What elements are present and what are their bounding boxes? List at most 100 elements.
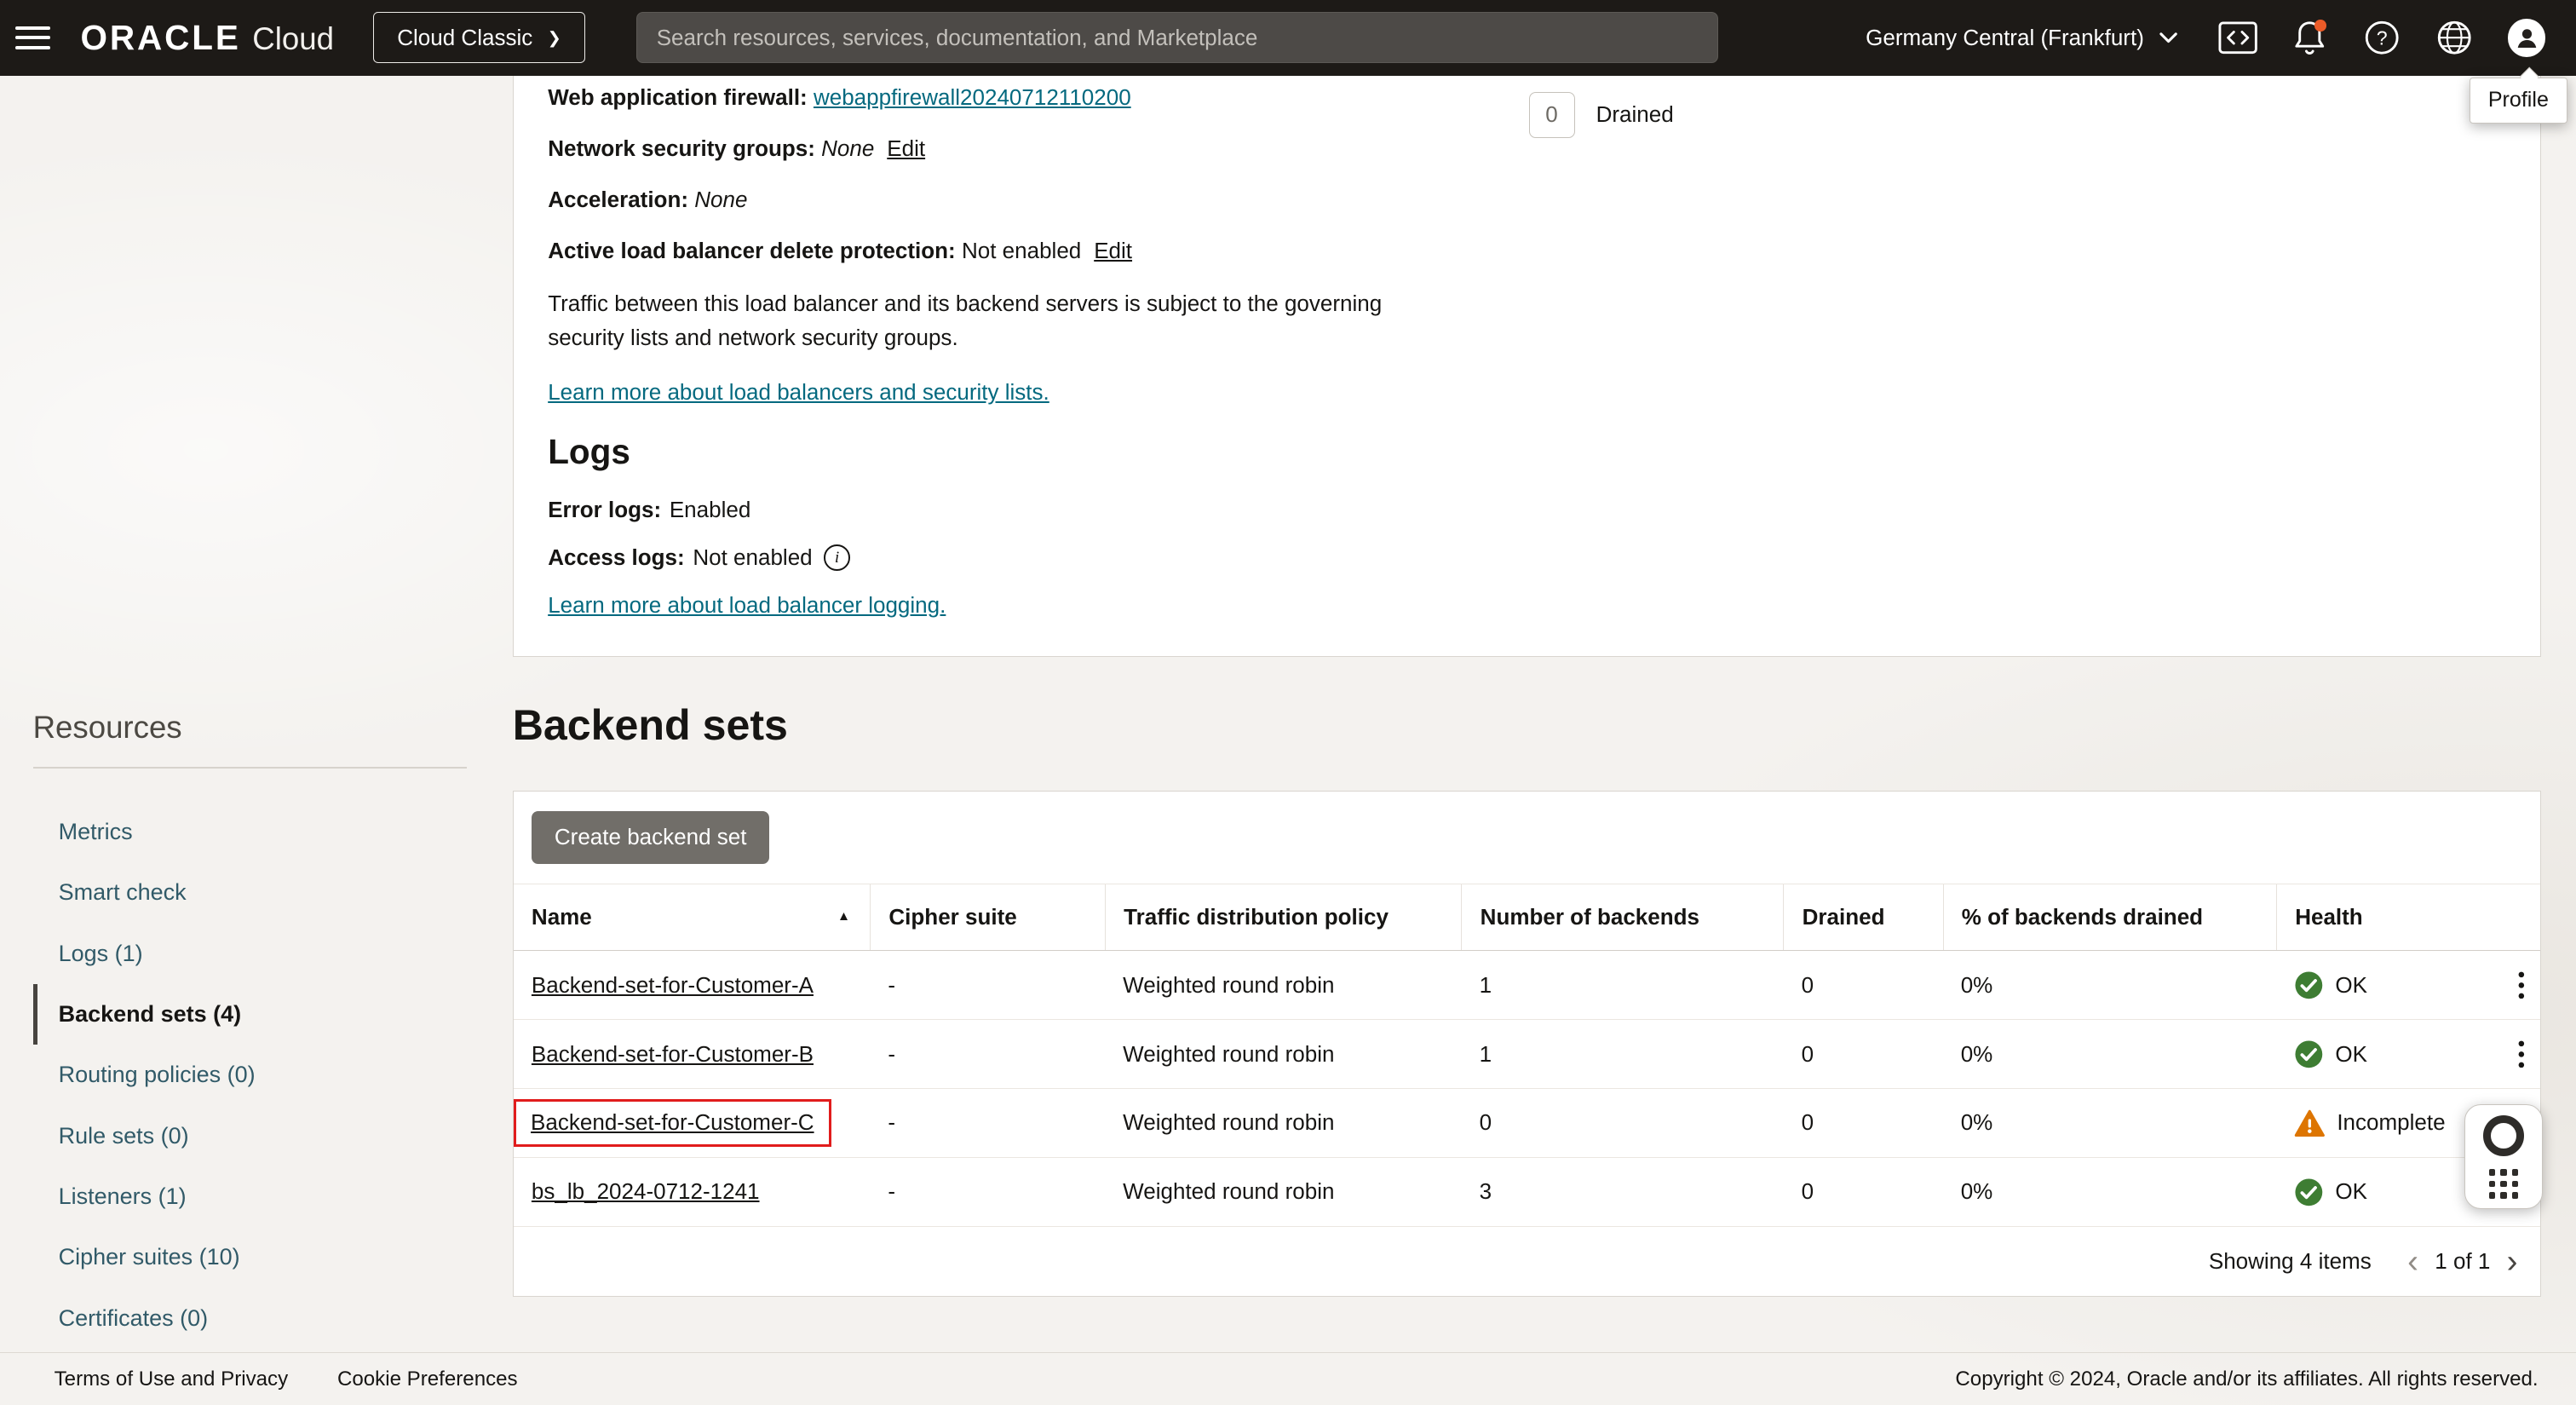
column-header-health[interactable]: Health: [2276, 884, 2504, 950]
nsg-edit-link[interactable]: Edit: [887, 135, 925, 161]
cell-traffic-policy: Weighted round robin: [1105, 1109, 1461, 1136]
page-footer: Terms of Use and Privacy Cookie Preferen…: [0, 1352, 2576, 1405]
error-logs-label: Error logs:: [548, 497, 661, 523]
cell-health: OK: [2276, 1039, 2504, 1069]
region-selector[interactable]: Germany Central (Frankfurt): [1866, 25, 2178, 51]
oracle-wordmark: ORACLE: [80, 18, 240, 58]
copyright-text: Copyright © 2024, Oracle and/or its affi…: [1955, 1368, 2538, 1391]
warning-icon: [2294, 1109, 2326, 1137]
backend-sets-heading: Backend sets: [513, 700, 788, 750]
backend-set-link[interactable]: Backend-set-for-Customer-A: [532, 972, 814, 998]
column-header-actions: [2504, 884, 2539, 950]
chevron-down-icon: [2159, 32, 2178, 44]
developer-tools-button[interactable]: [2201, 0, 2274, 76]
help-icon: ?: [2364, 20, 2400, 55]
row-actions-menu-button[interactable]: [2504, 1040, 2539, 1068]
security-lists-learn-link[interactable]: Learn more about load balancers and secu…: [548, 379, 1049, 405]
cell-number-of-backends: 1: [1461, 1041, 1783, 1068]
health-label: Incomplete: [2337, 1109, 2445, 1136]
column-header-drained[interactable]: Drained: [1783, 884, 1942, 950]
column-label: % of backends drained: [1962, 904, 2203, 930]
target-icon: [2483, 1115, 2524, 1156]
sidebar-item-listeners-1[interactable]: Listeners (1): [33, 1166, 467, 1227]
dots-grid-icon: [2489, 1169, 2519, 1199]
nsg-value: None: [821, 135, 874, 161]
column-header-number-of-backends[interactable]: Number of backends: [1461, 884, 1783, 950]
cell-drained: 0: [1783, 1041, 1942, 1068]
cell-percent-drained: 0%: [1943, 1178, 2276, 1205]
topbar: ORACLE Cloud Cloud Classic ❯ Germany Cen…: [0, 0, 2576, 76]
create-backend-set-button[interactable]: Create backend set: [532, 811, 770, 864]
cloud-classic-button[interactable]: Cloud Classic ❯: [373, 12, 585, 63]
backend-sets-panel: Create backend set Name▲Cipher suite Traf…: [513, 791, 2542, 1297]
logging-learn-link[interactable]: Learn more about load balancer logging.: [548, 592, 946, 618]
cell-name: Backend-set-for-Customer-A: [514, 972, 870, 999]
sidebar-item-rule-sets-0[interactable]: Rule sets (0): [33, 1105, 467, 1166]
column-label: Number of backends: [1481, 904, 1699, 930]
hamburger-icon: [15, 26, 49, 49]
table-row: Backend-set-for-Customer-C-Weighted roun…: [514, 1089, 2541, 1158]
cell-health: OK: [2276, 970, 2504, 1000]
topbar-right-group: Germany Central (Frankfurt) ?: [1866, 0, 2576, 76]
cell-drained: 0: [1783, 1109, 1942, 1136]
sidebar-item-logs-1[interactable]: Logs (1): [33, 923, 467, 983]
backend-set-link[interactable]: Backend-set-for-Customer-C: [531, 1109, 814, 1135]
load-balancer-details-panel: Web application firewall: webappfirewall…: [513, 76, 2542, 658]
drained-summary: 0 Drained: [1529, 92, 1674, 138]
code-console-icon: [2218, 21, 2257, 55]
page-previous-icon[interactable]: ‹: [2407, 1250, 2418, 1273]
sidebar-item-smart-check[interactable]: Smart check: [33, 862, 467, 923]
help-button[interactable]: ?: [2346, 0, 2418, 76]
cell-cipher-suite: -: [870, 1041, 1105, 1068]
language-button[interactable]: [2418, 0, 2491, 76]
navigation-menu-button[interactable]: [0, 0, 66, 76]
notifications-button[interactable]: [2274, 0, 2346, 76]
delete-protection-edit-link[interactable]: Edit: [1094, 238, 1132, 263]
sidebar-item-metrics[interactable]: Metrics: [33, 802, 467, 862]
waf-link[interactable]: webappfirewall20240712110200: [814, 84, 1131, 110]
cell-name: bs_lb_2024-0712-1241: [514, 1178, 870, 1205]
cell-percent-drained: 0%: [1943, 1109, 2276, 1136]
floating-widget[interactable]: [2464, 1104, 2544, 1209]
sidebar-item-certificates-0[interactable]: Certificates (0): [33, 1287, 467, 1348]
cell-traffic-policy: Weighted round robin: [1105, 1041, 1461, 1068]
oracle-cloud-logo[interactable]: ORACLE Cloud: [80, 18, 333, 58]
access-logs-label: Access logs:: [548, 544, 685, 571]
column-header-cipher-suite[interactable]: Cipher suite: [870, 884, 1105, 950]
person-icon: [2516, 26, 2539, 49]
cell-drained: 0: [1783, 1178, 1942, 1205]
column-header-of-backends-drained[interactable]: % of backends drained: [1943, 884, 2276, 950]
backend-set-link[interactable]: bs_lb_2024-0712-1241: [532, 1178, 760, 1204]
terms-link[interactable]: Terms of Use and Privacy: [55, 1368, 289, 1391]
table-toolbar: Create backend set: [514, 792, 2541, 884]
sidebar-item-backend-sets-4[interactable]: Backend sets (4): [33, 984, 467, 1045]
backend-set-link[interactable]: Backend-set-for-Customer-B: [532, 1041, 814, 1067]
table-header-row: Name▲Cipher suite Traffic distribution po…: [514, 884, 2541, 951]
cloud-classic-label: Cloud Classic: [397, 25, 532, 51]
column-label: Traffic distribution policy: [1124, 904, 1389, 930]
column-header-name[interactable]: Name▲: [514, 884, 870, 950]
column-header-traffic-distribution-policy[interactable]: Traffic distribution policy: [1105, 884, 1461, 950]
cell-number-of-backends: 1: [1461, 972, 1783, 999]
row-actions-menu-button[interactable]: [2504, 971, 2539, 999]
ok-icon: [2294, 1039, 2324, 1069]
sidebar-item-routing-policies-0[interactable]: Routing policies (0): [33, 1045, 467, 1105]
profile-button[interactable]: [2491, 0, 2563, 76]
delete-protection-value: Not enabled: [962, 238, 1081, 263]
acceleration-label: Acceleration:: [548, 187, 688, 212]
page-next-icon[interactable]: ›: [2507, 1250, 2518, 1273]
notification-badge: [2314, 20, 2326, 31]
main-content: Web application firewall: webappfirewall…: [0, 76, 2576, 1353]
info-icon[interactable]: i: [824, 544, 850, 571]
cell-percent-drained: 0%: [1943, 972, 2276, 999]
showing-count: Showing 4 items: [2209, 1248, 2372, 1275]
waf-label: Web application firewall:: [548, 84, 808, 110]
sidebar-item-cipher-suites-10[interactable]: Cipher suites (10): [33, 1227, 467, 1287]
search-input[interactable]: [636, 12, 1719, 63]
cell-cipher-suite: -: [870, 1178, 1105, 1205]
table-row: bs_lb_2024-0712-1241 -Weighted round robi…: [514, 1158, 2541, 1227]
cookie-preferences-link[interactable]: Cookie Preferences: [337, 1368, 518, 1391]
cell-number-of-backends: 0: [1461, 1109, 1783, 1136]
cell-traffic-policy: Weighted round robin: [1105, 1178, 1461, 1205]
drained-count-box: 0: [1529, 92, 1575, 138]
